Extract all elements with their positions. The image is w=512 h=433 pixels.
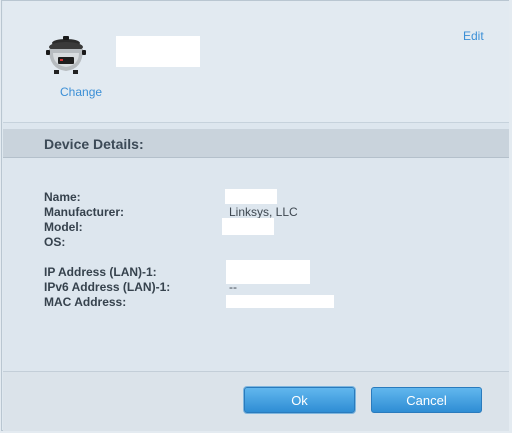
device-dialog: Change Edit Device Details: Name: Manufa… (1, 0, 509, 431)
edit-link[interactable]: Edit (463, 29, 484, 43)
ipv6-address-label: IPv6 Address (LAN)-1: (44, 280, 171, 294)
ipv6-address-value: -- (229, 280, 237, 294)
slow-cooker-icon (46, 35, 86, 77)
dialog-footer: Ok Cancel (3, 371, 509, 431)
details-title: Device Details: (44, 136, 144, 152)
manufacturer-value: Linksys, LLC (229, 205, 298, 219)
device-summary: Change Edit (3, 1, 509, 123)
cancel-button[interactable]: Cancel (371, 387, 482, 413)
model-label: Model: (44, 220, 83, 234)
model-value (222, 218, 274, 235)
device-name-box (116, 36, 200, 67)
name-value (225, 189, 277, 204)
details-header: Device Details: (3, 129, 509, 158)
change-icon-link[interactable]: Change (60, 85, 102, 99)
ip-address-value (226, 260, 310, 284)
ip-address-label: IP Address (LAN)-1: (44, 265, 157, 279)
ok-button[interactable]: Ok (244, 387, 355, 413)
mac-address-label: MAC Address: (44, 295, 127, 309)
mac-address-value (226, 295, 334, 308)
manufacturer-label: Manufacturer: (44, 205, 125, 219)
os-label: OS: (44, 235, 66, 249)
name-label: Name: (44, 190, 81, 204)
device-details-section: Device Details: Name: Manufacturer: Link… (3, 123, 509, 371)
